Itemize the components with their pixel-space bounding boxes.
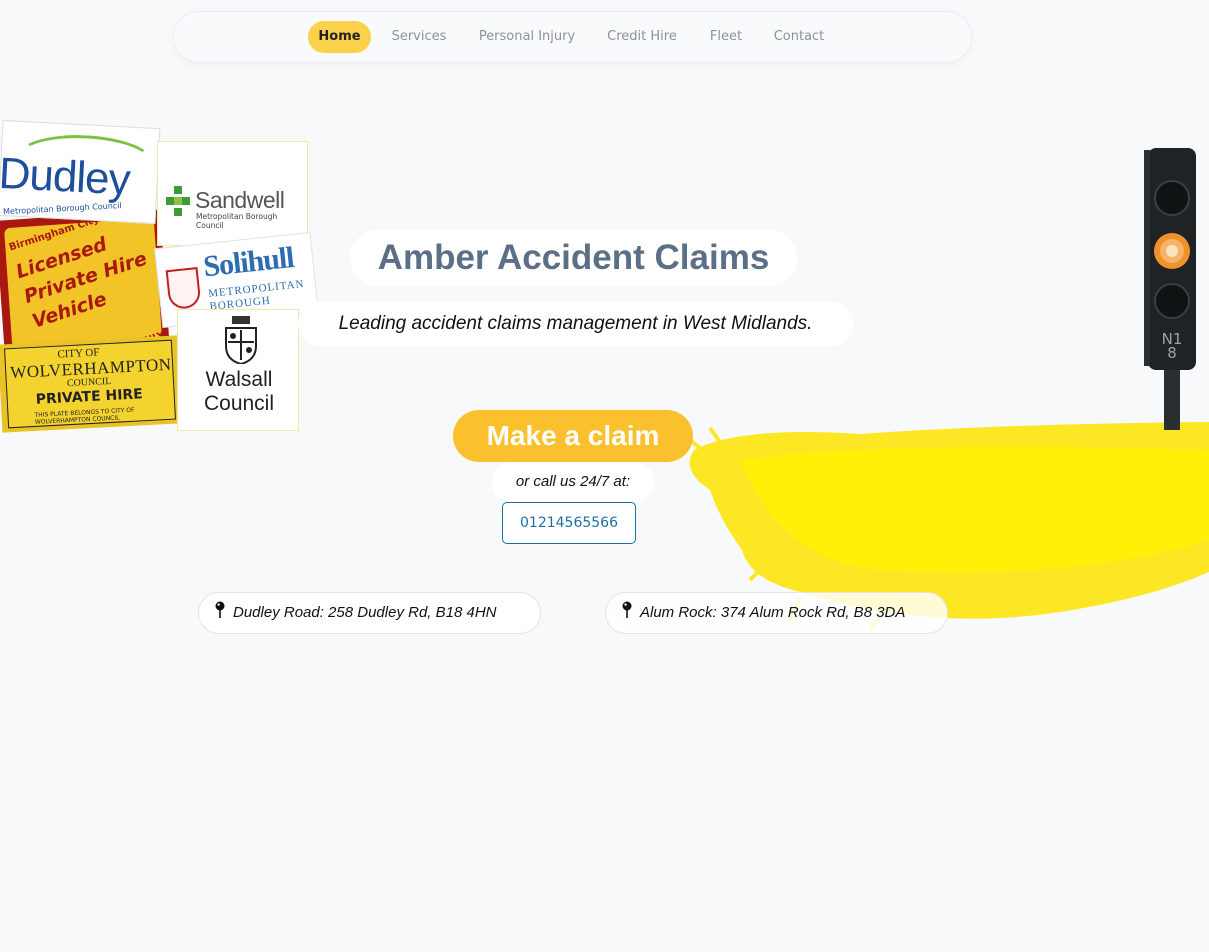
address-dudley-road[interactable]: Dudley Road: 258 Dudley Rd, B18 4HN <box>198 592 541 634</box>
nav-services[interactable]: Services <box>382 21 456 53</box>
traffic-label-2: 8 <box>1167 344 1177 362</box>
address-text: Alum Rock: 374 Alum Rock Rd, B8 3DA <box>640 604 906 621</box>
nav-contact[interactable]: Contact <box>765 21 833 53</box>
wolverhampton-council-logo: CITY OF WOLVERHAMPTON COUNCIL PRIVATE HI… <box>0 335 183 433</box>
sandwell-word: Sandwell <box>195 187 285 213</box>
solihull-shield-icon <box>165 267 202 311</box>
dudley-sub: Metropolitan Borough Council <box>2 201 122 217</box>
page-subtitle: Leading accident claims management in We… <box>298 302 853 346</box>
walsall-word: Walsall <box>205 368 273 391</box>
birmingham-licence-plate-logo: Birmingham City Council Licensed Private… <box>0 209 170 356</box>
nav-fleet[interactable]: Fleet <box>701 21 751 53</box>
top-nav: Home Services Personal Injury Credit Hir… <box>173 11 972 63</box>
sandwell-cross-icon <box>166 186 190 216</box>
pin-icon <box>215 601 225 618</box>
wolverhampton-plate: CITY OF WOLVERHAMPTON COUNCIL PRIVATE HI… <box>4 339 176 429</box>
walsall-council-word: Council <box>203 392 275 415</box>
walsall-council-logo: Walsall Council <box>177 309 299 431</box>
address-alum-rock[interactable]: Alum Rock: 374 Alum Rock Rd, B8 3DA <box>605 592 948 634</box>
nav-personal-injury[interactable]: Personal Injury <box>472 21 582 53</box>
make-claim-button[interactable]: Make a claim <box>453 410 693 462</box>
wolverhampton-line-5: THIS PLATE BELONGS TO CITY OF WOLVERHAMP… <box>34 406 135 426</box>
nav-credit-hire[interactable]: Credit Hire <box>598 21 686 53</box>
wolverhampton-line-4: PRIVATE HIRE <box>35 386 144 408</box>
sandwell-sub: Metropolitan Borough Council <box>196 212 278 230</box>
call-us-text: or call us 24/7 at: <box>492 462 654 502</box>
traffic-light-image: N1 8 <box>1144 148 1196 430</box>
phone-number-button[interactable]: 01214565566 <box>502 502 636 544</box>
dudley-council-logo: Dudley Metropolitan Borough Council <box>0 119 161 225</box>
pin-icon <box>622 601 632 618</box>
walsall-crest-icon <box>225 316 257 364</box>
solihull-word: Solihull <box>201 241 296 284</box>
dudley-word: Dudley <box>0 148 131 205</box>
address-text: Dudley Road: 258 Dudley Rd, B18 4HN <box>233 604 497 621</box>
nav-home[interactable]: Home <box>308 21 371 53</box>
page-title: Amber Accident Claims <box>350 230 797 286</box>
sandwell-council-logo: Sandwell Metropolitan Borough Council <box>157 141 308 246</box>
